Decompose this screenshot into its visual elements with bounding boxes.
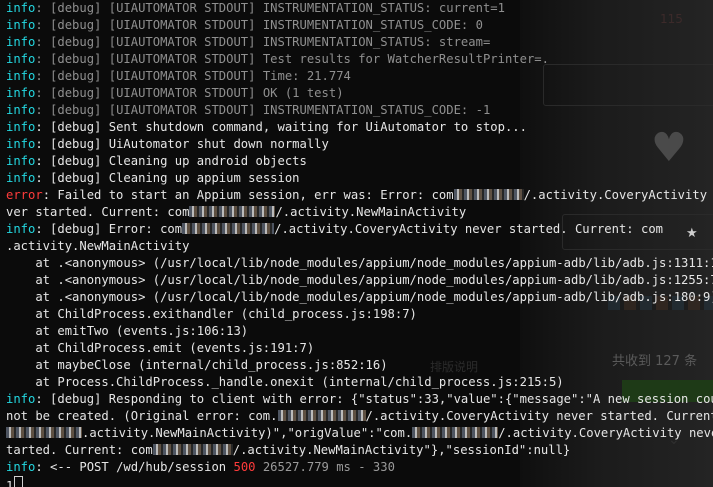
redacted-package-name: [412, 427, 499, 438]
line-text: : [debug] Error: com: [35, 222, 183, 236]
line-text: tarted. Current: com: [6, 443, 153, 457]
terminal-line: info: [debug] [UIAUTOMATOR STDOUT] INSTR…: [6, 17, 713, 34]
line-text: at ChildProcess.emit (events.js:191:7): [6, 341, 315, 355]
line-text: ver started. Current: com: [6, 205, 190, 219]
info-prefix: info: [6, 120, 36, 134]
info-prefix: info: [6, 69, 36, 83]
terminal-line: info: [debug] UiAutomator shut down norm…: [6, 136, 713, 153]
line-text: at Process.ChildProcess._handle.onexit (…: [6, 375, 564, 389]
terminal-line: not be created. (Original error: com. /.a…: [6, 408, 713, 425]
redacted-package-name: [277, 410, 366, 421]
terminal-prompt[interactable]: 1: [6, 476, 713, 487]
redacted-package-name: [453, 189, 524, 200]
terminal-line: info: [debug] [UIAUTOMATOR STDOUT] INSTR…: [6, 34, 713, 51]
info-prefix: info: [6, 154, 36, 168]
info-prefix: info: [6, 18, 36, 32]
info-prefix: info: [6, 1, 36, 15]
terminal-line: info: [debug] Responding to client with …: [6, 391, 713, 408]
line-text: : [debug] UiAutomator shut down normally: [35, 137, 329, 151]
info-prefix: info: [6, 86, 36, 100]
line-text: .activity.NewMainActivity: [6, 239, 190, 253]
redacted-package-name: [182, 223, 275, 234]
response-time: 26527.779 ms - 330: [255, 460, 395, 474]
line-text: : [debug] Cleaning up appium session: [35, 171, 300, 185]
error-prefix: error: [6, 188, 43, 202]
terminal-line: at Process.ChildProcess._handle.onexit (…: [6, 374, 713, 391]
info-prefix: info: [6, 35, 36, 49]
line-text: : [debug] [UIAUTOMATOR STDOUT] OK (1 tes…: [35, 86, 344, 100]
http-status-code: 500: [233, 460, 256, 474]
info-prefix: info: [6, 103, 36, 117]
line-text-cont: /.activity.CoveryActivity never started.…: [365, 409, 713, 423]
info-prefix: info: [6, 52, 36, 66]
terminal-line: info: [debug] [UIAUTOMATOR STDOUT] INSTR…: [6, 0, 713, 17]
info-prefix: info: [6, 392, 36, 406]
line-text: at emitTwo (events.js:106:13): [6, 324, 249, 338]
text-cursor: [14, 476, 24, 487]
redacted-package-name: [189, 206, 276, 217]
line-text: at .<anonymous> (/usr/local/lib/node_mod…: [6, 273, 713, 287]
terminal-line: at maybeClose (internal/child_process.js…: [6, 357, 713, 374]
line-text: : [debug] Sent shutdown command, waiting…: [35, 120, 527, 134]
terminal-line: at .<anonymous> (/usr/local/lib/node_mod…: [6, 289, 713, 306]
line-text: : <-- POST /wd/hub/session: [35, 460, 234, 474]
terminal-line: info: [debug] Cleaning up appium session: [6, 170, 713, 187]
terminal-line: info: [debug] [UIAUTOMATOR STDOUT] OK (1…: [6, 85, 713, 102]
terminal-line: info: [debug] Sent shutdown command, wai…: [6, 119, 713, 136]
terminal-line: at ChildProcess.exithandler (child_proce…: [6, 306, 713, 323]
line-text: : [debug] [UIAUTOMATOR STDOUT] Time: 21.…: [35, 69, 351, 83]
info-prefix: info: [6, 171, 36, 185]
line-text: : [debug] [UIAUTOMATOR STDOUT] INSTRUMEN…: [35, 18, 483, 32]
terminal-line: info: [debug] [UIAUTOMATOR STDOUT] INSTR…: [6, 102, 713, 119]
terminal-line: info: [debug] [UIAUTOMATOR STDOUT] Time:…: [6, 68, 713, 85]
terminal-line: at emitTwo (events.js:106:13): [6, 323, 713, 340]
terminal-output[interactable]: info: [debug] [UIAUTOMATOR STDOUT] INSTR…: [0, 0, 713, 487]
line-text-cont: /.activity.CoveryActivity never s: [498, 426, 713, 440]
line-text-cont: /.activity.CoveryActivity never started.…: [274, 222, 663, 236]
line-text: : [debug] [UIAUTOMATOR STDOUT] INSTRUMEN…: [35, 35, 491, 49]
terminal-line: info: [debug] Error: com /.activity.Cover…: [6, 221, 713, 238]
prompt-text: 1: [6, 479, 14, 487]
info-prefix: info: [6, 137, 36, 151]
line-text: : [debug] Cleaning up android objects: [35, 154, 307, 168]
terminal-line: error: Failed to start an Appium session…: [6, 187, 713, 204]
terminal-line: at ChildProcess.emit (events.js:191:7): [6, 340, 713, 357]
terminal-line: info: [debug] Cleaning up android object…: [6, 153, 713, 170]
redacted-package-name: [6, 427, 82, 438]
terminal-line: ver started. Current: com /.activity.NewM…: [6, 204, 713, 221]
line-text: : [debug] [UIAUTOMATOR STDOUT] INSTRUMEN…: [35, 1, 505, 15]
line-text: at maybeClose (internal/child_process.js…: [6, 358, 388, 372]
info-prefix: info: [6, 460, 36, 474]
line-text: at .<anonymous> (/usr/local/lib/node_mod…: [6, 290, 713, 304]
line-text: at .<anonymous> (/usr/local/lib/node_mod…: [6, 256, 713, 270]
line-text-cont: /.activity.CoveryActivity ne: [523, 188, 713, 202]
terminal-line: info: [debug] [UIAUTOMATOR STDOUT] Test …: [6, 51, 713, 68]
terminal-line: at .<anonymous> (/usr/local/lib/node_mod…: [6, 272, 713, 289]
line-text: at ChildProcess.exithandler (child_proce…: [6, 307, 417, 321]
terminal-line: at .<anonymous> (/usr/local/lib/node_mod…: [6, 255, 713, 272]
line-text-cont: /.activity.NewMainActivity: [275, 205, 467, 219]
redacted-package-name: [152, 444, 233, 455]
line-text-cont: .activity.NewMainActivity)","origValue":…: [82, 426, 413, 440]
line-text: not be created. (Original error: com.: [6, 409, 278, 423]
line-text-cont: /.activity.NewMainActivity"},"sessionId"…: [232, 443, 571, 457]
info-prefix: info: [6, 222, 36, 236]
line-text: : [debug] [UIAUTOMATOR STDOUT] Test resu…: [35, 52, 549, 66]
terminal-line: .activity.NewMainActivity: [6, 238, 713, 255]
line-text: : [debug] [UIAUTOMATOR STDOUT] INSTRUMEN…: [35, 103, 491, 117]
line-text: : Failed to start an Appium session, err…: [42, 188, 454, 202]
terminal-line: info: <-- POST /wd/hub/session 500 26527…: [6, 459, 713, 476]
terminal-line: .activity.NewMainActivity)","origValue":…: [6, 425, 713, 442]
line-text: : [debug] Responding to client with erro…: [35, 392, 713, 406]
terminal-line: tarted. Current: com /.activity.NewMainAc…: [6, 442, 713, 459]
